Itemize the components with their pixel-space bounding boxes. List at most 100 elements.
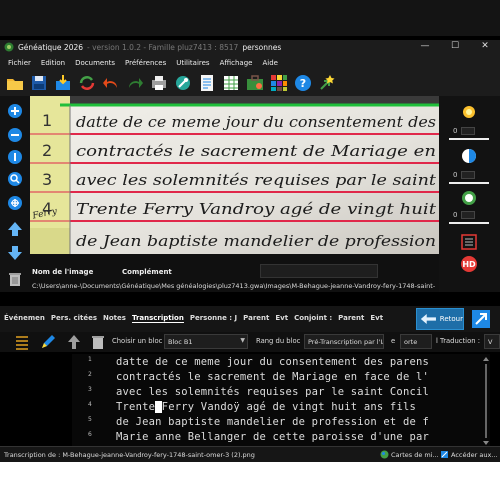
window-top-strip: [0, 0, 500, 36]
transcription-line: 1 datte de ce meme jour du consentement d…: [72, 356, 490, 371]
briefcase-icon[interactable]: [245, 73, 265, 93]
brightness-spinner[interactable]: 0: [453, 126, 483, 136]
e-label: e: [391, 337, 396, 345]
image-name-label: Nom de l'image: [32, 268, 94, 276]
zoom-search-icon[interactable]: [6, 170, 24, 188]
image-line-number-2: 2: [42, 141, 52, 160]
undo-icon[interactable]: [101, 73, 121, 93]
resize-icon[interactable]: [459, 232, 479, 252]
tools-icon[interactable]: [173, 73, 193, 93]
tab-personnes-citees[interactable]: Pers. citées: [51, 314, 97, 323]
contrast-icon[interactable]: [459, 146, 479, 166]
menu-utilitaires[interactable]: Utilitaires: [176, 59, 209, 67]
expand-icon[interactable]: [470, 308, 492, 330]
window-title-area: Généatique 2026 - version 1.0.2 - Famill…: [4, 40, 281, 54]
status-bar: Transcription de : M-Behague-jeanne-Vand…: [0, 446, 500, 462]
choose-bloc-label: Choisir un bloc :: [112, 337, 167, 345]
maximize-button[interactable]: ☐: [440, 38, 470, 54]
access-link[interactable]: Accéder aux...: [451, 451, 498, 459]
menu-affichage[interactable]: Affichage: [220, 59, 253, 67]
traduction-select[interactable]: V: [484, 334, 500, 349]
tab-evt-2[interactable]: Evt: [370, 314, 383, 323]
manuscript-image[interactable]: 1 2 3 4 Ferry datte de ce meme jour du c…: [30, 96, 439, 254]
tab-transcription[interactable]: Transcription: [131, 314, 184, 323]
zoom-out-icon[interactable]: [6, 126, 24, 144]
color-icon[interactable]: [459, 188, 479, 208]
pre-transcription-label: Pré-Transcription par l'IA: [308, 337, 384, 346]
delete-icon[interactable]: [90, 334, 106, 350]
tab-evenement[interactable]: Événemen: [4, 314, 45, 323]
brightness-value: 0: [453, 127, 458, 135]
import-icon[interactable]: [53, 73, 73, 93]
tab-bar: Événemen Pers. citées Notes Transcriptio…: [4, 314, 383, 323]
contrast-spinner[interactable]: 0: [453, 170, 483, 180]
upload-icon[interactable]: [66, 334, 82, 350]
edit-icon[interactable]: [40, 334, 56, 350]
brightness-icon[interactable]: [459, 102, 479, 122]
svg-text:?: ?: [300, 77, 306, 90]
goto-icon[interactable]: [317, 73, 337, 93]
zoom-all-icon[interactable]: [6, 194, 24, 212]
menu-edition[interactable]: Edition: [41, 59, 65, 67]
globe-icon: [380, 450, 389, 459]
help-icon[interactable]: ?: [293, 73, 313, 93]
tab-evt-1[interactable]: Evt: [275, 314, 288, 323]
line-text: contractés le sacrement de Mariage en fa…: [116, 371, 430, 383]
palette-icon[interactable]: [269, 73, 289, 93]
image-info-panel: Nom de l'image Complément C:\Users\anne-…: [30, 254, 439, 292]
color-spinner[interactable]: 0: [453, 210, 483, 220]
access-icon: [441, 451, 448, 458]
transcription-editor[interactable]: 1 datte de ce meme jour du consentement d…: [72, 354, 490, 446]
tab-conjoint[interactable]: Conjoint :: [294, 314, 332, 323]
tab-personne[interactable]: Personne : J: [190, 314, 237, 323]
minimize-button[interactable]: —: [410, 38, 440, 54]
folder-open-icon[interactable]: [5, 73, 25, 93]
maps-link[interactable]: Cartes de mi...: [391, 451, 439, 459]
redo-icon[interactable]: [125, 73, 145, 93]
sync-icon[interactable]: [77, 73, 97, 93]
brightness-slider[interactable]: [449, 138, 489, 140]
transcription-line: 3 avec les solemnités requises par le sai…: [72, 386, 490, 401]
line-text: Marie anne Bellanger de cette paroisse d…: [116, 431, 430, 443]
close-button[interactable]: ✕: [470, 38, 500, 54]
contrast-slider[interactable]: [449, 182, 489, 184]
editor-scrollbar[interactable]: [482, 356, 490, 446]
image-line-2: contractés le sacrement de Mariage en: [76, 142, 436, 160]
manuscript-image-canvas: 1 2 3 4 Ferry datte de ce meme jour du c…: [30, 96, 439, 254]
save-icon[interactable]: [29, 73, 49, 93]
line-number: 3: [88, 386, 92, 393]
tab-notes[interactable]: Notes: [103, 314, 126, 323]
zoom-fit-icon[interactable]: [6, 148, 24, 166]
transcription-line: 4 Trente Ferry Vandoÿ agé de vingt huit a…: [72, 401, 490, 416]
rang-bloc-label: Rang du bloc: [256, 337, 301, 345]
image-path: C:\Users\anne-\Documents\Généatique\Mes …: [32, 282, 436, 290]
contrast-value: 0: [453, 171, 458, 179]
menu-documents[interactable]: Documents: [75, 59, 115, 67]
desktop-background: [0, 462, 500, 500]
hd-icon[interactable]: HD: [459, 254, 479, 274]
complement-field[interactable]: [260, 264, 378, 278]
arrow-down-icon[interactable]: [6, 244, 24, 262]
print-icon[interactable]: [149, 73, 169, 93]
spreadsheet-icon[interactable]: [221, 73, 241, 93]
menu-fichier[interactable]: Fichier: [8, 59, 31, 67]
color-slider[interactable]: [449, 222, 489, 224]
transcription-line: 5 de Jean baptiste mandelier de professio…: [72, 416, 490, 431]
menu-preferences[interactable]: Préférences: [125, 59, 166, 67]
menu-aide[interactable]: Aide: [262, 59, 277, 67]
arrow-left-icon: [420, 313, 436, 325]
trash-icon[interactable]: [6, 270, 24, 288]
tab-parent-1[interactable]: Parent: [243, 314, 269, 323]
pre-transcription-button[interactable]: Pré-Transcription par l'IA: [304, 334, 384, 349]
retour-button[interactable]: Retour: [416, 308, 464, 330]
bloc-select[interactable]: Bloc B1 ▼: [164, 334, 248, 349]
line-text-after-caret: Ferry Vandoÿ agé de vingt huit ans fils: [161, 401, 417, 413]
list-icon[interactable]: [14, 334, 30, 350]
zoom-in-icon[interactable]: [6, 102, 24, 120]
tab-parent-2[interactable]: Parent: [338, 314, 364, 323]
porte-select[interactable]: orte: [400, 334, 432, 349]
line-text: de Jean baptiste mandelier de profession…: [116, 416, 430, 428]
line-text: avec les solemnités requises par le sain…: [116, 386, 430, 398]
arrow-up-icon[interactable]: [6, 220, 24, 238]
document-icon[interactable]: [197, 73, 217, 93]
